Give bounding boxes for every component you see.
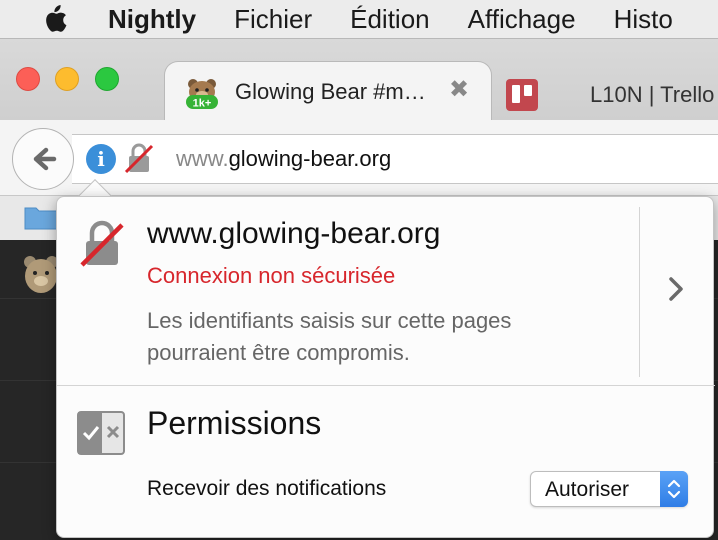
insecure-lock-icon — [79, 219, 125, 267]
menu-affichage[interactable]: Affichage — [468, 4, 576, 35]
bear-avatar-icon — [22, 254, 60, 296]
tab-title: Glowing Bear #m… — [235, 79, 426, 104]
permissions-icon — [77, 411, 125, 455]
site-identity-popup: www.glowing-bear.org Connexion non sécur… — [56, 196, 715, 538]
bookmarks-folder-icon[interactable] — [24, 204, 58, 230]
url-prefix: www. — [176, 146, 229, 171]
macos-menu-bar: Nightly Fichier Édition Affichage Histo — [0, 0, 718, 38]
bear-favicon-icon: 1k+ — [185, 76, 219, 110]
menu-historique[interactable]: Histo — [614, 4, 673, 35]
menu-fichier[interactable]: Fichier — [234, 4, 312, 35]
back-arrow-icon — [33, 147, 57, 171]
url-host: glowing-bear.org — [228, 146, 392, 171]
site-info-icon[interactable]: i — [86, 144, 116, 174]
tab-trello[interactable]: L10N | Trello — [506, 75, 714, 115]
navigation-bar: i www.glowing-bear.org — [0, 120, 718, 196]
url-text: www.glowing-bear.org — [176, 146, 391, 172]
favicon-badge-text: 1k+ — [193, 98, 212, 110]
chevron-right-icon[interactable] — [663, 271, 689, 307]
minimize-window-button[interactable] — [55, 67, 79, 91]
close-window-button[interactable] — [16, 67, 40, 91]
trello-favicon-icon — [506, 79, 538, 111]
apple-logo-icon[interactable] — [40, 4, 70, 34]
tab-glowing-bear[interactable]: 1k+ Glowing Bear #m… ✖ — [164, 61, 492, 121]
insecure-lock-icon[interactable] — [124, 142, 154, 174]
permissions-title: Permissions — [147, 405, 322, 441]
zoom-window-button[interactable] — [95, 67, 119, 91]
vertical-divider — [639, 207, 640, 377]
select-stepper-icon[interactable] — [660, 471, 688, 507]
url-bar[interactable] — [72, 134, 718, 184]
connection-warning-text: Les identifiants saisis sur cette pages … — [147, 308, 512, 365]
back-button[interactable] — [12, 128, 74, 190]
connection-status: Connexion non sécurisée — [147, 263, 396, 288]
horizontal-divider — [57, 385, 715, 386]
menu-app-name[interactable]: Nightly — [108, 4, 196, 35]
tab-strip: 1k+ Glowing Bear #m… ✖ L10N | Trello — [0, 38, 718, 121]
notification-permission-select[interactable]: Autoriser — [530, 471, 688, 507]
notification-permission-label: Recevoir des notifications — [147, 477, 387, 500]
popup-site-host: www.glowing-bear.org — [147, 217, 441, 250]
menu-edition[interactable]: Édition — [350, 4, 430, 35]
tab-title: L10N | Trello — [590, 82, 715, 107]
select-value: Autoriser — [545, 478, 630, 501]
tab-close-icon[interactable]: ✖ — [449, 75, 469, 104]
